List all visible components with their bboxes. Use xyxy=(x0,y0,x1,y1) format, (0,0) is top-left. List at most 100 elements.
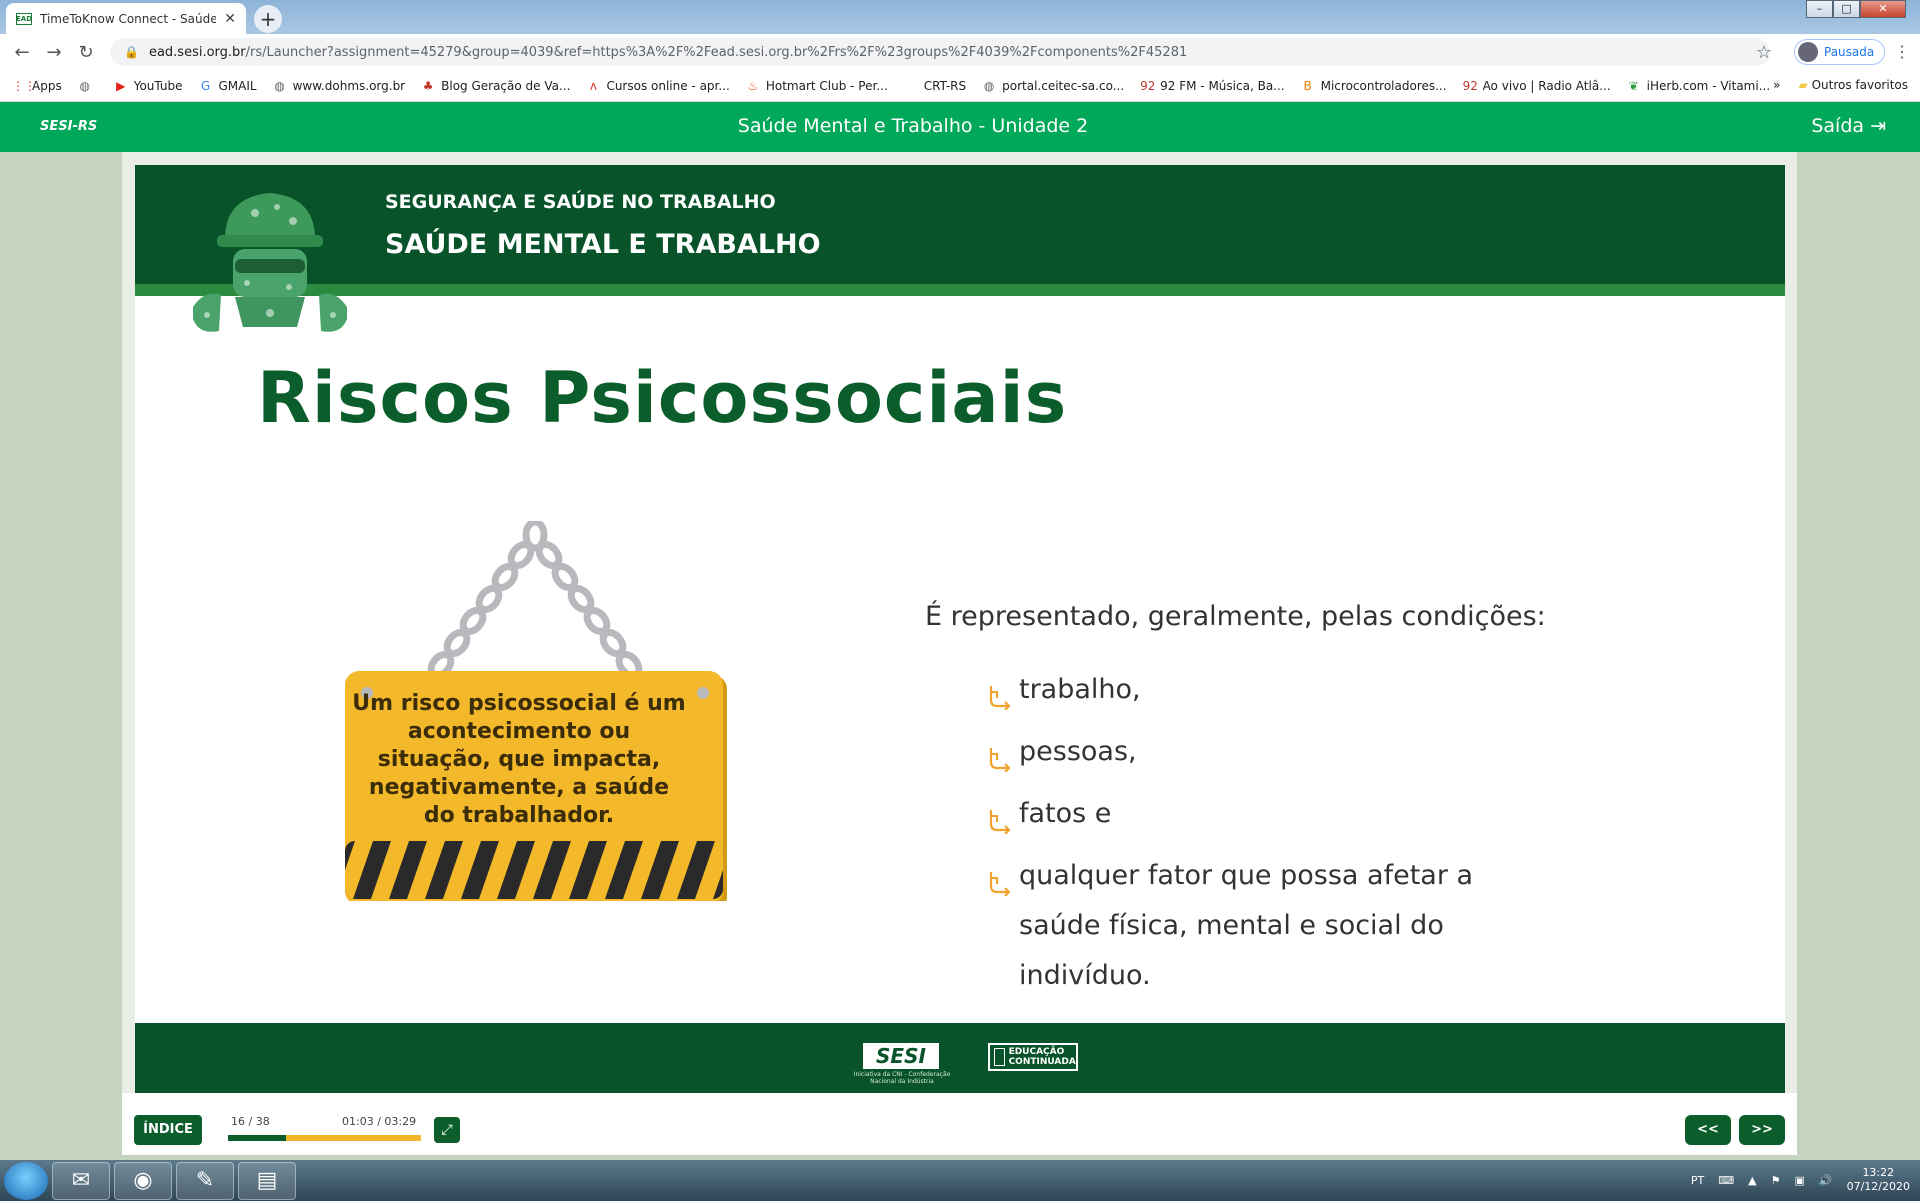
page-counter: 16 / 38 xyxy=(231,1115,270,1128)
explorer-taskbar-icon[interactable]: ▤ xyxy=(238,1161,296,1200)
profile-label: Pausada xyxy=(1824,45,1875,59)
browser-tab[interactable]: EAD TimeToKnow Connect - Saúde M ✕ xyxy=(6,3,246,34)
bookmark-label: Microcontroladores... xyxy=(1320,78,1447,93)
bullet-item: pessoas, xyxy=(987,727,1547,789)
new-tab-button[interactable]: + xyxy=(254,5,282,33)
progress-bar[interactable] xyxy=(228,1135,421,1141)
bookmark-label: YouTube xyxy=(133,78,183,93)
exit-icon: ⇥ xyxy=(1870,115,1886,137)
bookmark-item[interactable]: ❦ iHerb.com - Vitami... xyxy=(1627,79,1771,93)
hand-pointer-icon xyxy=(987,851,1019,913)
hand-pointer-icon xyxy=(987,789,1019,851)
bookmark-item[interactable]: ⋮⋮ Apps xyxy=(12,79,62,93)
bookmark-label: Apps xyxy=(32,78,62,93)
bookmark-label: iHerb.com - Vitami... xyxy=(1646,78,1771,93)
keyboard-icon[interactable]: ⌨ xyxy=(1718,1174,1734,1187)
bookmark-item[interactable]: G GMAIL xyxy=(199,79,257,93)
paint-taskbar-icon[interactable]: ✎ xyxy=(176,1161,234,1200)
fullscreen-icon[interactable]: ⤢ xyxy=(434,1117,460,1143)
sesi-logo: SESI xyxy=(863,1043,939,1069)
next-button[interactable]: >> xyxy=(1739,1115,1785,1145)
bookmark-item[interactable]: CRT-RS xyxy=(904,79,966,93)
exit-button[interactable]: Saída ⇥ xyxy=(1811,115,1886,137)
radio-icon: 92 xyxy=(1140,78,1156,93)
chrome-taskbar-icon[interactable]: ◉ xyxy=(114,1161,172,1200)
bullet-item: qualquer fator que possa afetar a saúde … xyxy=(987,851,1547,1001)
edu-logo-label: EDUCAÇÃO CONTINUADA xyxy=(1008,1047,1076,1067)
url-host: ead.sesi.org.br xyxy=(148,44,246,60)
bookmark-label: www.dohms.org.br xyxy=(292,78,406,93)
browser-toolbar: ← → ↻ 🔒 ead.sesi.org.br/rs/Launcher?assi… xyxy=(0,34,1920,70)
bookmarks-overflow: » ▰ Outros favoritos xyxy=(1773,78,1908,92)
url-path: /rs/Launcher?assignment=45279&group=4039… xyxy=(245,44,1188,60)
reload-icon[interactable]: ↻ xyxy=(70,42,102,63)
cursos-icon: ʌ xyxy=(589,78,597,93)
start-button[interactable] xyxy=(4,1161,48,1200)
system-tray: PT ⌨ ▲ ⚑ ▣ 🔊 13:22 07/12/2020 xyxy=(1691,1166,1910,1194)
close-window-button[interactable]: ✕ xyxy=(1860,0,1906,18)
bookmark-item[interactable]: 92 Ao vivo | Radio Atlâ... xyxy=(1463,79,1611,93)
bookmark-label: Ao vivo | Radio Atlâ... xyxy=(1482,78,1611,93)
outlook-taskbar-icon[interactable]: ✉ xyxy=(52,1161,110,1200)
sesi-logo-caption: Iniciativa da CNI - Confederação Naciona… xyxy=(853,1071,951,1085)
bookmark-item[interactable]: ◍ www.dohms.org.br xyxy=(273,78,406,93)
bookmark-item[interactable]: ▶ YouTube xyxy=(114,78,183,93)
bookmark-item[interactable]: ♣ Blog Geração de Va... xyxy=(421,79,571,93)
bullet-item: fatos e xyxy=(987,789,1547,851)
language-indicator[interactable]: PT xyxy=(1691,1174,1704,1187)
back-arrow-icon[interactable]: ← xyxy=(6,42,38,63)
slide-header: SEGURANÇA E SAÚDE NO TRABALHO SAÚDE MENT… xyxy=(135,165,1785,296)
profile-button[interactable]: Pausada xyxy=(1794,39,1886,65)
bookmark-label: 92 FM - Música, Ba... xyxy=(1160,78,1285,93)
apps-grid-icon: ⋮⋮ xyxy=(12,78,36,93)
more-bookmarks-button[interactable]: » xyxy=(1773,78,1780,92)
bookmarks-bar: ⋮⋮ Apps ◍ ▶ YouTube G GMAIL ◍ www.dohms.org.br ♣ B… xyxy=(0,70,1920,102)
slide: SEGURANÇA E SAÚDE NO TRABALHO SAÚDE MENT… xyxy=(135,165,1785,1093)
bullet-list: trabalho, pessoas, fatos e qualquer fator q… xyxy=(987,665,1547,1001)
chain-icon xyxy=(427,521,643,680)
player-controls: ÍNDICE 16 / 38 01:03 / 03:29 ⤢ << >> xyxy=(122,1093,1797,1155)
bookmark-label: portal.ceitec-sa.co... xyxy=(1002,78,1125,93)
bookmark-item[interactable]: ♨ Hotmart Club - Per... xyxy=(746,78,888,93)
edu-logo-icon xyxy=(994,1048,1005,1066)
blogger-icon: B xyxy=(1303,78,1312,93)
bullet-text: fatos e xyxy=(1019,798,1112,829)
previous-button[interactable]: << xyxy=(1685,1115,1731,1145)
volume-icon[interactable]: 🔊 xyxy=(1819,1174,1833,1187)
clock[interactable]: 13:22 07/12/2020 xyxy=(1847,1166,1910,1194)
bookmark-item[interactable]: ◍ xyxy=(78,79,98,93)
network-icon[interactable]: ▣ xyxy=(1794,1174,1804,1187)
globe-icon: ◍ xyxy=(983,78,995,93)
bookmark-item[interactable]: 92 92 FM - Música, Ba... xyxy=(1140,79,1284,93)
minimize-button[interactable]: – xyxy=(1806,0,1833,18)
hand-pointer-icon xyxy=(987,727,1019,789)
bullet-text: pessoas, xyxy=(1019,736,1137,767)
forward-arrow-icon[interactable]: → xyxy=(38,42,70,63)
menu-kebab-icon[interactable]: ⋮ xyxy=(1894,42,1910,61)
bookmark-item[interactable]: ◍ portal.ceitec-sa.co... xyxy=(982,79,1124,93)
globe-icon: ◍ xyxy=(79,78,90,93)
hotmart-icon: ♨ xyxy=(747,78,759,93)
bookmark-item[interactable]: B Microcontroladores... xyxy=(1301,78,1447,93)
windows-taskbar: ✉ ◉ ✎ ▤ PT ⌨ ▲ ⚑ ▣ 🔊 13:22 07/12/2020 xyxy=(0,1160,1920,1201)
bookmark-star-icon[interactable]: ☆ xyxy=(1756,42,1772,63)
flag-icon[interactable]: ⚑ xyxy=(1771,1174,1781,1187)
bullet-text: trabalho, xyxy=(1019,674,1141,705)
address-bar[interactable]: 🔒 ead.sesi.org.br/rs/Launcher?assignment… xyxy=(110,38,1770,66)
intro-text: É representado, geralmente, pelas condiç… xyxy=(925,601,1546,632)
other-bookmarks-label: Outros favoritos xyxy=(1811,78,1908,92)
bookmark-label: Hotmart Club - Per... xyxy=(765,78,888,93)
index-button[interactable]: ÍNDICE xyxy=(134,1115,202,1145)
close-tab-icon[interactable]: ✕ xyxy=(224,11,236,27)
other-bookmarks-folder[interactable]: ▰ Outros favoritos xyxy=(1799,78,1908,92)
maximize-button[interactable]: □ xyxy=(1833,0,1860,18)
lock-icon: 🔒 xyxy=(124,45,139,59)
bullet-item: trabalho, xyxy=(987,665,1547,727)
slide-header-title: SAÚDE MENTAL E TRABALHO xyxy=(385,229,821,260)
course-title: Saúde Mental e Trabalho - Unidade 2 xyxy=(737,115,1089,137)
progress-fill xyxy=(228,1135,286,1141)
show-hidden-icons[interactable]: ▲ xyxy=(1748,1174,1756,1187)
sign-text: Um risco psicossocial é um acontecimento… xyxy=(352,691,686,828)
bookmark-item[interactable]: ʌ Cursos online - apr... xyxy=(586,78,730,93)
bookmark-label: CRT-RS xyxy=(923,78,967,93)
